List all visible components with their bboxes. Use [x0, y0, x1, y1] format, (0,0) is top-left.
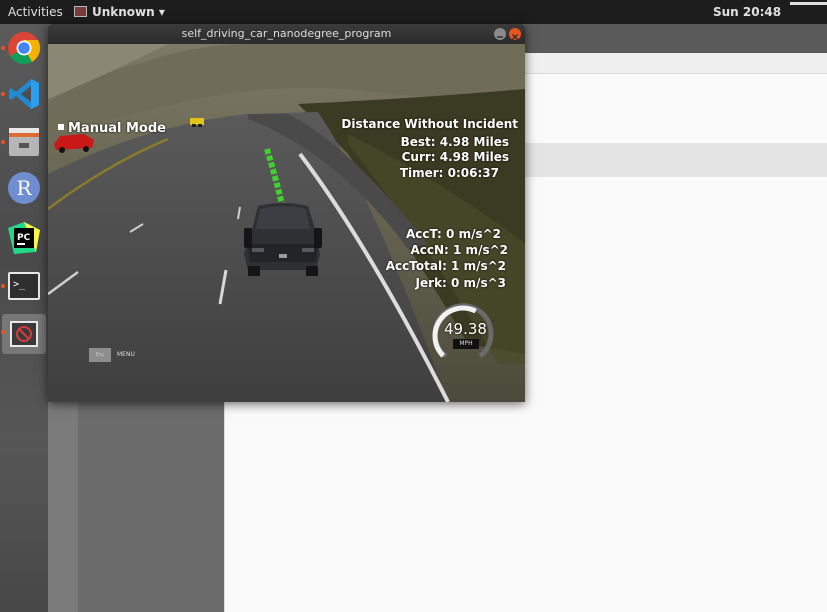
timer: Timer: 0:06:37 — [399, 166, 499, 180]
speed-unit: MPH — [453, 339, 479, 349]
app-menu-label: Unknown ▾ — [92, 5, 165, 19]
window-titlebar[interactable]: self_driving_car_nanodegree_program — [48, 24, 525, 44]
running-indicator — [1, 46, 5, 50]
close-button[interactable] — [509, 28, 521, 41]
jerk: Jerk: 0 m/s^3 — [415, 276, 506, 290]
top-edge-bar — [790, 2, 827, 5]
top-bar: Activities Unknown ▾ Sun 20:48 — [0, 0, 827, 24]
running-indicator — [1, 284, 5, 288]
clock[interactable]: Sun 20:48 — [713, 5, 781, 19]
r-icon[interactable]: R — [6, 170, 42, 206]
svg-text:>_: >_ — [13, 279, 26, 290]
simulator-window[interactable]: self_driving_car_nanodegree_program Manu… — [48, 24, 525, 402]
running-indicator — [1, 92, 5, 96]
activities-button[interactable]: Activities — [8, 5, 63, 19]
current-distance: Curr: 4.98 Miles — [401, 150, 509, 164]
app-icon — [74, 6, 87, 17]
best-distance: Best: 4.98 Miles — [400, 135, 509, 149]
svg-text:PC: PC — [17, 233, 31, 243]
speed-value: 49.38 — [444, 320, 487, 338]
manual-mode-toggle[interactable]: Manual Mode — [58, 121, 166, 136]
acc-n: AccN: 1 m/s^2 — [410, 243, 509, 257]
running-indicator — [1, 330, 5, 334]
simulator-scene[interactable]: Manual Mode Distance Without Incident Be… — [48, 44, 525, 402]
esc-button[interactable]: Esc — [89, 348, 111, 362]
simulator-icon[interactable] — [2, 314, 46, 354]
checkbox-icon — [58, 124, 64, 130]
vscode-icon[interactable] — [6, 76, 42, 112]
distance-title: Distance Without Incident — [341, 117, 518, 131]
dock: R PC >_ — [0, 24, 48, 612]
menu-label[interactable]: MENU — [117, 351, 135, 358]
running-indicator — [1, 140, 5, 144]
manual-mode-label: Manual Mode — [68, 121, 166, 136]
acc-total: AccTotal: 1 m/s^2 — [385, 259, 506, 273]
minimize-button[interactable] — [494, 28, 506, 40]
chrome-icon[interactable] — [6, 30, 42, 66]
pycharm-icon[interactable]: PC — [6, 220, 42, 256]
app-menu[interactable]: Unknown ▾ — [74, 5, 165, 19]
window-title: self_driving_car_nanodegree_program — [181, 27, 392, 40]
files-icon[interactable] — [6, 124, 42, 160]
terminal-icon[interactable]: >_ — [6, 268, 42, 304]
svg-text:R: R — [16, 176, 32, 200]
acc-t: AccT: 0 m/s^2 — [406, 227, 501, 241]
